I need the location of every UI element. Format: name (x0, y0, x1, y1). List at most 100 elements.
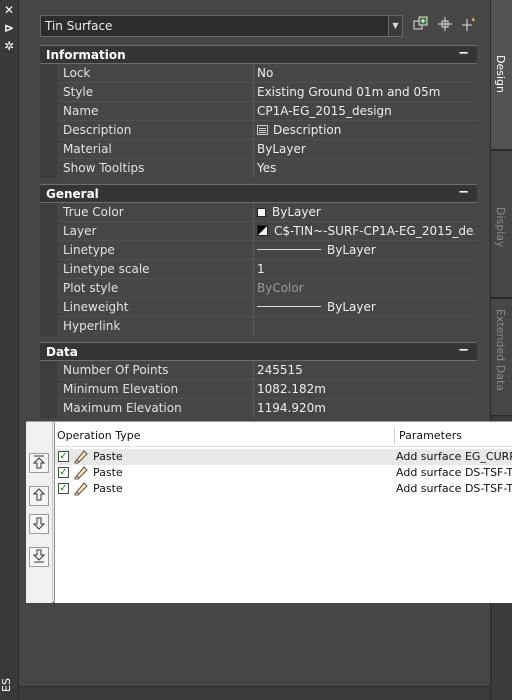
property-row-style[interactable]: Style Existing Ground 01m and 05m (40, 83, 477, 102)
property-row-true-color[interactable]: True Color ByLayer (40, 203, 477, 222)
tab-display[interactable]: Display (491, 150, 512, 298)
property-value[interactable]: ByLayer (257, 142, 475, 156)
operation-type: Paste (93, 450, 123, 463)
property-row-hyperlink[interactable]: Hyperlink (40, 317, 477, 336)
property-label: Hyperlink (63, 319, 121, 333)
property-label: Description (63, 123, 132, 137)
paste-icon (74, 482, 88, 496)
move-down-icon (32, 517, 46, 530)
property-label: Minimum Elevation (63, 382, 179, 396)
property-value[interactable]: CP1A-EG_2015_design (257, 104, 475, 118)
select-objects-icon (438, 17, 452, 31)
object-type-dropdown[interactable]: Tin Surface ▼ (40, 15, 403, 37)
list-item[interactable]: ✓ Paste Add surface DS-TSF-TC1 (55, 465, 512, 481)
property-row-maximum-elevation[interactable]: Maximum Elevation 1194.920m (40, 399, 477, 418)
operation-checkbox[interactable]: ✓ (58, 467, 69, 478)
move-to-bottom-button[interactable] (29, 547, 49, 567)
palette-title-strip: ✕ ⊳ ✲ ES (0, 0, 19, 700)
property-value-wrap[interactable]: C$-TIN~-SURF-CP1A-EG_2015_de... (257, 224, 475, 238)
property-row-layer[interactable]: Layer C$-TIN~-SURF-CP1A-EG_2015_de... (40, 222, 477, 241)
paste-icon (74, 466, 88, 480)
move-up-button[interactable] (29, 486, 49, 506)
color-swatch-icon (257, 208, 266, 217)
quick-select-button[interactable] (460, 16, 478, 36)
property-value: ByLayer (327, 300, 376, 314)
property-value[interactable]: Existing Ground 01m and 05m (257, 85, 475, 99)
property-row-linetype[interactable]: Linetype ByLayer (40, 241, 477, 260)
properties-icon[interactable]: ✲ (2, 39, 16, 53)
property-label: True Color (63, 205, 124, 219)
operation-type: Paste (93, 466, 123, 479)
property-label: Linetype scale (63, 262, 150, 276)
operations-list: Operation Type Parameters ✓ Paste Add su… (54, 422, 512, 603)
collapse-icon[interactable]: − (458, 46, 469, 61)
property-label: Maximum Elevation (63, 401, 182, 415)
property-value: 245515 (257, 363, 303, 377)
property-value: 1194.920m (257, 401, 326, 415)
section-general-header[interactable]: General − (40, 184, 477, 203)
tab-design[interactable]: Design (491, 0, 512, 150)
tab-display-label: Display (494, 207, 507, 248)
property-row-description[interactable]: Description Description (40, 121, 477, 140)
operation-parameters: Add surface DS-TSF-TC1 (396, 482, 512, 495)
property-row-name[interactable]: Name CP1A-EG_2015_design (40, 102, 477, 121)
property-value-wrap[interactable]: ByLayer (257, 205, 475, 219)
operation-type: Paste (93, 482, 123, 495)
property-row-show-tooltips[interactable]: Show Tooltips Yes (40, 159, 477, 178)
collapse-icon[interactable]: − (458, 185, 469, 200)
section-information-header[interactable]: Information − (40, 45, 477, 64)
property-value: 1082.182m (257, 382, 326, 396)
property-value-wrap[interactable]: Description (257, 123, 475, 137)
property-row-minimum-elevation[interactable]: Minimum Elevation 1082.182m (40, 380, 477, 399)
property-row-number-of-points[interactable]: Number Of Points 245515 (40, 361, 477, 380)
property-label: Name (63, 104, 99, 118)
column-header-operation-type[interactable]: Operation Type (57, 429, 141, 442)
tab-extended-data[interactable]: Extended Data (491, 298, 512, 416)
property-value[interactable]: No (257, 66, 475, 80)
move-down-button[interactable] (29, 514, 49, 534)
property-label: Show Tooltips (63, 161, 145, 175)
pin-icon[interactable]: ⊳ (2, 21, 16, 35)
section-data-header[interactable]: Data − (40, 342, 477, 361)
move-to-top-icon (32, 455, 46, 469)
toggle-pickadd-button[interactable] (411, 16, 429, 36)
property-label: Material (63, 142, 112, 156)
property-label: Linetype (63, 243, 115, 257)
select-objects-button[interactable] (436, 16, 454, 36)
property-label: Number Of Points (63, 363, 169, 377)
tab-extended-data-label: Extended Data (494, 309, 507, 392)
operations-list-header: Operation Type Parameters (55, 425, 512, 447)
panel-footer (19, 686, 490, 700)
section-title: Information (46, 48, 126, 62)
property-row-lineweight[interactable]: Lineweight ByLayer (40, 298, 477, 317)
move-to-top-button[interactable] (29, 453, 49, 473)
property-row-lock[interactable]: Lock No (40, 64, 477, 83)
property-row-linetype-scale[interactable]: Linetype scale 1 (40, 260, 477, 279)
column-header-parameters[interactable]: Parameters (399, 429, 462, 442)
close-icon[interactable]: ✕ (2, 3, 16, 17)
property-value-wrap[interactable]: ByLayer (257, 243, 475, 257)
list-item[interactable]: ✓ Paste Add surface DS-TSF-TC1 (55, 481, 512, 497)
property-value: C$-TIN~-SURF-CP1A-EG_2015_de... (274, 224, 475, 238)
operation-order-toolbar (26, 422, 53, 603)
operation-checkbox[interactable]: ✓ (58, 451, 69, 462)
list-item[interactable]: ✓ Paste Add surface EG_CURRENT (55, 449, 512, 465)
property-value: ByLayer (327, 243, 376, 257)
property-value[interactable]: 1 (257, 262, 475, 276)
property-value-wrap[interactable]: ByLayer (257, 300, 475, 314)
property-grid: Information − Lock No Style Existing Groun… (40, 45, 477, 418)
lineweight-preview-icon (257, 306, 321, 307)
property-value[interactable]: ByColor (257, 281, 475, 295)
operation-checkbox[interactable]: ✓ (58, 483, 69, 494)
property-value[interactable]: Yes (257, 161, 475, 175)
move-up-icon (32, 488, 46, 501)
collapse-icon[interactable]: − (458, 343, 469, 358)
property-row-material[interactable]: Material ByLayer (40, 140, 477, 159)
pickadd-icon (413, 16, 428, 30)
chevron-down-icon[interactable]: ▼ (388, 16, 402, 36)
property-row-plot-style[interactable]: Plot style ByColor (40, 279, 477, 298)
property-label: Layer (63, 224, 97, 238)
move-to-bottom-icon (32, 549, 46, 563)
property-label: Plot style (63, 281, 119, 295)
property-label: Lock (63, 66, 91, 80)
